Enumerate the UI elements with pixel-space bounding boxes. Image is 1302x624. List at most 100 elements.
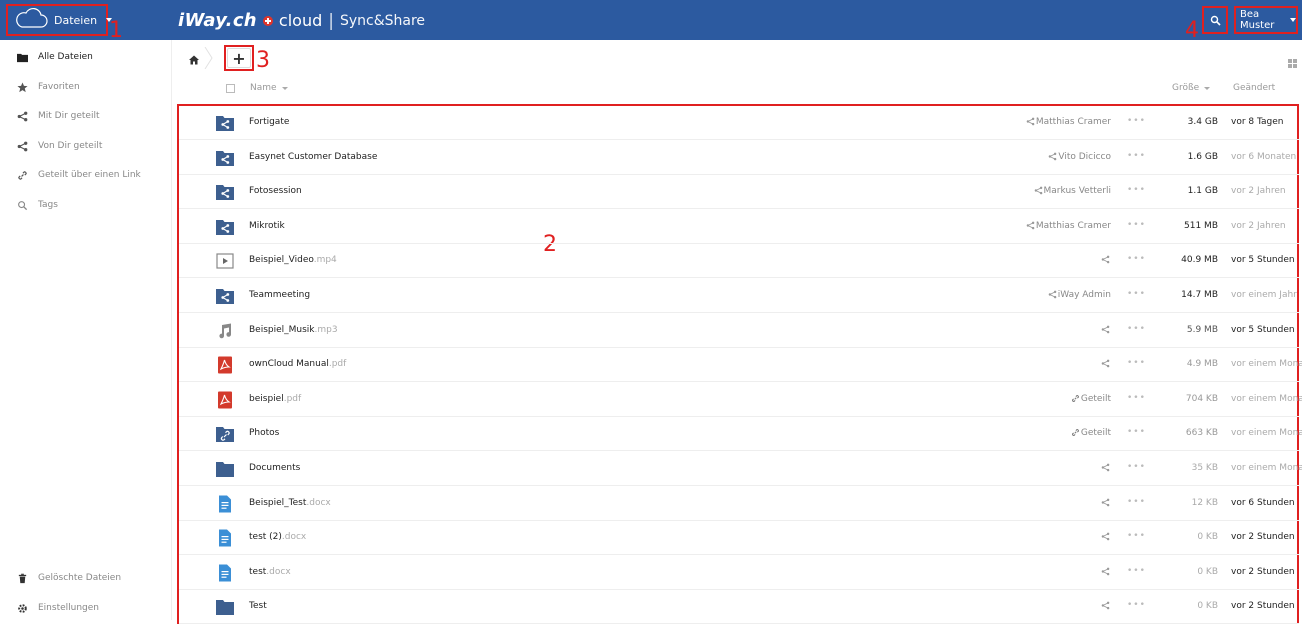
doc-icon[interactable] xyxy=(216,564,234,582)
search-button[interactable] xyxy=(1202,6,1228,34)
select-all-checkbox[interactable] xyxy=(226,80,235,96)
file-name[interactable]: Test xyxy=(249,601,267,611)
file-row[interactable]: Teammeeting iWay Admin ••• 14.7 MB vor einem… xyxy=(179,279,1299,313)
share-action[interactable]: iWay Admin xyxy=(879,290,1111,300)
sidebar-item-tags[interactable]: Tags xyxy=(0,194,172,216)
more-actions-button[interactable]: ••• xyxy=(1127,324,1146,334)
share-action[interactable] xyxy=(879,532,1111,542)
more-actions-button[interactable]: ••• xyxy=(1127,600,1146,610)
share-action[interactable] xyxy=(879,498,1111,508)
video-icon[interactable] xyxy=(216,252,234,270)
file-name[interactable]: test.docx xyxy=(249,567,291,577)
file-row[interactable]: Beispiel_Musik.mp3 ••• 5.9 MB vor 5 Stunden xyxy=(179,314,1299,348)
user-menu[interactable]: Bea Muster xyxy=(1234,6,1298,34)
share-action[interactable] xyxy=(879,601,1111,611)
file-row[interactable]: Fotosession Markus Vetterli ••• 1.1 GB vor 2… xyxy=(179,175,1299,210)
sidebar-item-all-files[interactable]: Alle Dateien xyxy=(0,46,172,68)
column-size-header[interactable]: Größe xyxy=(1172,80,1211,96)
shared-folder-icon[interactable] xyxy=(216,287,234,305)
file-extension: .pdf xyxy=(328,359,347,370)
file-name-base: Beispiel_Musik xyxy=(249,324,315,335)
sidebar-item-deleted-files[interactable]: Gelöschte Dateien xyxy=(0,567,172,589)
file-name-base: Beispiel_Video xyxy=(249,255,314,266)
file-name[interactable]: beispiel.pdf xyxy=(249,394,301,404)
sidebar-item-shared-by-link[interactable]: Geteilt über einen Link xyxy=(0,164,172,186)
more-actions-button[interactable]: ••• xyxy=(1127,566,1146,576)
column-name-header[interactable]: Name xyxy=(250,80,288,96)
more-actions-button[interactable]: ••• xyxy=(1127,393,1146,403)
shared-folder-icon[interactable] xyxy=(216,183,234,201)
more-actions-button[interactable]: ••• xyxy=(1127,116,1146,126)
more-actions-button[interactable]: ••• xyxy=(1127,497,1146,507)
doc-icon[interactable] xyxy=(216,495,234,513)
shared-folder-icon[interactable] xyxy=(216,218,234,236)
share-action[interactable]: Geteilt xyxy=(879,394,1111,404)
file-name[interactable]: Teammeeting xyxy=(249,290,310,300)
more-actions-button[interactable]: ••• xyxy=(1127,427,1146,437)
file-row[interactable]: ownCloud Manual.pdf ••• 4.9 MB vor einem Mo… xyxy=(179,348,1302,383)
file-name[interactable]: ownCloud Manual.pdf xyxy=(249,359,346,369)
shared-folder-icon[interactable] xyxy=(216,149,234,167)
file-row[interactable]: Test ••• 0 KB vor 2 Stunden xyxy=(179,590,1299,624)
more-actions-button[interactable]: ••• xyxy=(1127,462,1146,472)
file-row[interactable]: beispiel.pdf Geteilt ••• 704 KB vor einem Mo… xyxy=(179,383,1302,417)
file-row[interactable]: test.docx ••• 0 KB vor 2 Stunden xyxy=(179,556,1299,590)
file-row[interactable]: Photos Geteilt ••• 663 KB vor einem Monat xyxy=(179,417,1302,452)
more-actions-button[interactable]: ••• xyxy=(1127,254,1146,264)
file-modified: vor 8 Tagen xyxy=(1231,117,1284,127)
file-row[interactable]: test (2).docx ••• 0 KB vor 2 Stunden xyxy=(179,521,1299,556)
share-action[interactable] xyxy=(879,359,1111,369)
share-action[interactable]: Vito Dicicco xyxy=(879,152,1111,162)
file-name[interactable]: Beispiel_Musik.mp3 xyxy=(249,325,338,335)
sidebar-item-favorites[interactable]: Favoriten xyxy=(0,76,172,98)
share-action[interactable] xyxy=(879,567,1111,577)
doc-icon[interactable] xyxy=(216,529,234,547)
share-action[interactable] xyxy=(879,325,1111,335)
column-modified-header[interactable]: Geändert xyxy=(1233,80,1275,96)
share-action[interactable]: Markus Vetterli xyxy=(879,186,1111,196)
file-name[interactable]: Documents xyxy=(249,463,300,473)
column-name-label: Name xyxy=(250,83,277,93)
shared-folder-icon[interactable] xyxy=(216,114,234,132)
link-folder-icon[interactable] xyxy=(216,425,234,443)
sidebar-item-shared-with-you[interactable]: Mit Dir geteilt xyxy=(0,105,172,127)
chevron-down-icon xyxy=(1204,86,1211,90)
pdf-icon[interactable] xyxy=(216,391,234,409)
sidebar-item-settings[interactable]: Einstellungen xyxy=(0,597,172,619)
file-name[interactable]: Fotosession xyxy=(249,186,302,196)
more-actions-button[interactable]: ••• xyxy=(1127,151,1146,161)
file-row[interactable]: Easynet Customer Database Vito Dicicco •••… xyxy=(179,141,1299,175)
grid-view-icon[interactable] xyxy=(1288,53,1297,72)
share-action[interactable]: Matthias Cramer xyxy=(879,221,1111,231)
home-icon[interactable] xyxy=(189,50,199,69)
brand-logo[interactable]: iWay.ch cloud | Sync&Share xyxy=(178,10,425,31)
audio-icon[interactable] xyxy=(216,322,234,340)
more-actions-button[interactable]: ••• xyxy=(1127,358,1146,368)
file-row[interactable]: Fortigate Matthias Cramer ••• 3.4 GB vor 8 T… xyxy=(179,106,1299,140)
file-row[interactable]: Beispiel_Video.mp4 ••• 40.9 MB vor 5 Stunde… xyxy=(179,244,1299,279)
share-action[interactable] xyxy=(879,255,1111,265)
file-name[interactable]: Beispiel_Video.mp4 xyxy=(249,255,337,265)
folder-icon[interactable] xyxy=(216,460,234,478)
more-actions-button[interactable]: ••• xyxy=(1127,531,1146,541)
more-actions-button[interactable]: ••• xyxy=(1127,185,1146,195)
pdf-icon[interactable] xyxy=(216,356,234,374)
file-row[interactable]: Beispiel_Test.docx ••• 12 KB vor 6 Stunden xyxy=(179,487,1299,521)
share-action[interactable]: Geteilt xyxy=(879,428,1111,438)
file-name[interactable]: Fortigate xyxy=(249,117,289,127)
new-button[interactable]: + xyxy=(224,45,254,71)
more-actions-button[interactable]: ••• xyxy=(1127,289,1146,299)
folder-icon[interactable] xyxy=(216,598,234,616)
file-name[interactable]: test (2).docx xyxy=(249,532,306,542)
file-name[interactable]: Mikrotik xyxy=(249,221,285,231)
more-actions-button[interactable]: ••• xyxy=(1127,220,1146,230)
file-name[interactable]: Easynet Customer Database xyxy=(249,152,377,162)
sidebar-item-shared-by-you[interactable]: Von Dir geteilt xyxy=(0,135,172,157)
share-action[interactable]: Matthias Cramer xyxy=(879,117,1111,127)
file-row[interactable]: Documents ••• 35 KB vor einem Monat xyxy=(179,452,1302,486)
file-name[interactable]: Photos xyxy=(249,428,279,438)
file-name[interactable]: Beispiel_Test.docx xyxy=(249,498,331,508)
app-menu-button[interactable]: Dateien xyxy=(6,4,113,36)
file-row[interactable]: Mikrotik Matthias Cramer ••• 511 MB vor 2 Ja… xyxy=(179,210,1299,244)
share-action[interactable] xyxy=(879,463,1111,473)
